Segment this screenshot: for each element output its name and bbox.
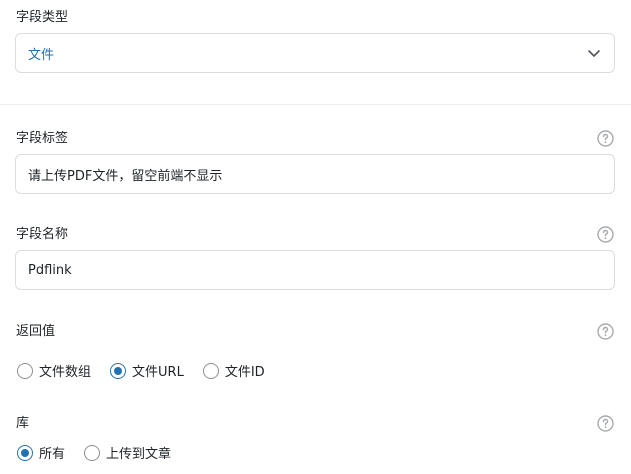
field-name-label: 字段名称 [16, 227, 69, 242]
radio-circle[interactable] [202, 362, 219, 379]
radio-circle[interactable] [84, 444, 101, 461]
field-label-value: 请上传PDF文件，留空前端不显示 [28, 168, 223, 184]
return-value-radio-group: 文件数组 文件URL 文件ID [17, 361, 284, 380]
radio-return-id[interactable]: 文件ID [202, 361, 265, 380]
help-icon[interactable] [597, 130, 614, 147]
radio-label: 文件ID [224, 365, 265, 380]
field-name-value: Pdflink [28, 262, 72, 278]
radio-label: 上传到文章 [106, 447, 172, 462]
radio-label: 文件数组 [39, 365, 92, 380]
chevron-down-icon [588, 50, 600, 57]
radio-circle[interactable] [17, 362, 33, 379]
radio-library-all[interactable]: 所有 [17, 443, 65, 462]
radio-label: 所有 [39, 447, 66, 462]
acf-field-settings: 字段类型 文件 字段标签 请上传PDF文件，留空前端不显示 字段名称 Pdfli… [0, 0, 631, 474]
radio-circle-checked[interactable] [17, 444, 33, 461]
field-name-input[interactable]: Pdflink [15, 250, 615, 290]
help-icon[interactable] [597, 323, 614, 340]
help-icon[interactable] [597, 226, 614, 243]
radio-return-url[interactable]: 文件URL [110, 361, 184, 380]
return-value-label: 返回值 [16, 324, 56, 339]
radio-label: 文件URL [132, 365, 184, 380]
radio-library-uploaded[interactable]: 上传到文章 [84, 443, 171, 462]
field-type-value: 文件 [28, 47, 55, 63]
radio-return-array[interactable]: 文件数组 [17, 361, 91, 380]
library-label: 库 [16, 416, 30, 431]
help-icon[interactable] [597, 415, 614, 432]
field-label-label: 字段标签 [16, 131, 69, 146]
field-type-label: 字段类型 [16, 10, 69, 25]
library-radio-group: 所有 上传到文章 [17, 443, 190, 462]
section-divider [0, 104, 631, 105]
field-label-input[interactable]: 请上传PDF文件，留空前端不显示 [15, 154, 615, 194]
radio-circle-checked[interactable] [110, 362, 127, 379]
field-type-select[interactable]: 文件 [15, 33, 615, 73]
